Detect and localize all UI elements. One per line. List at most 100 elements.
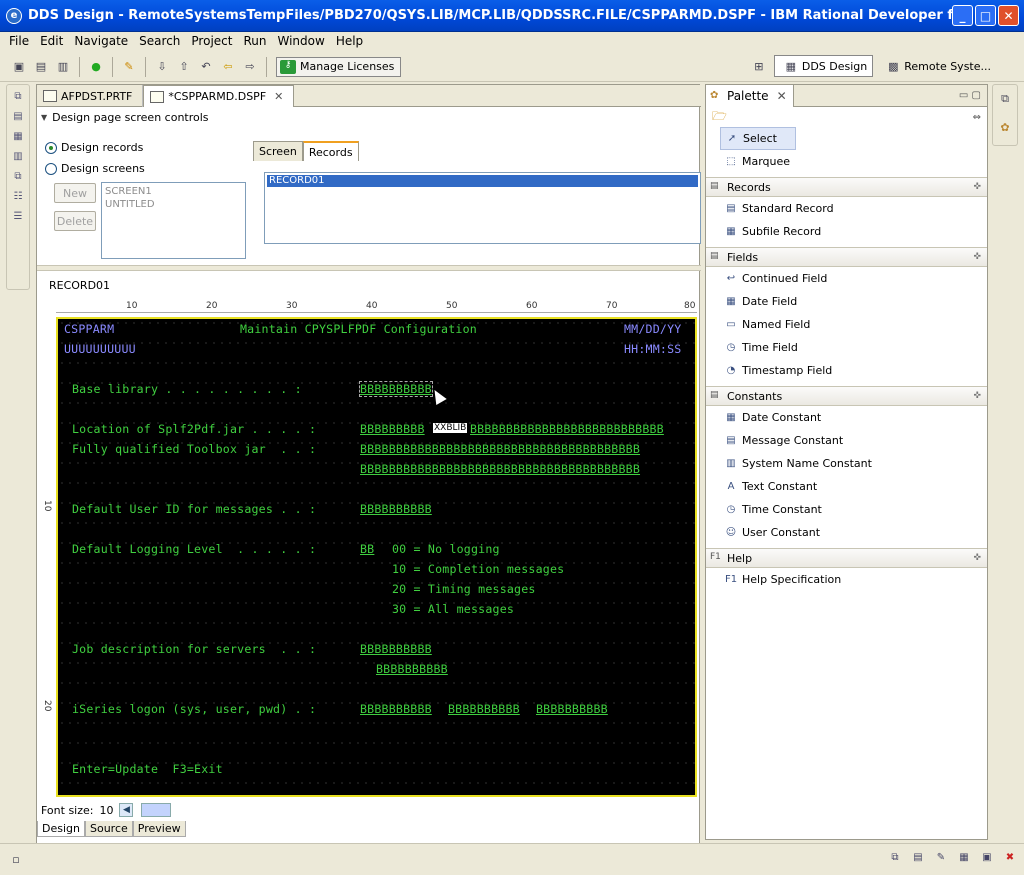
- error-list-icon[interactable]: ☰: [11, 211, 25, 225]
- close-palette-icon[interactable]: ✕: [777, 89, 787, 103]
- menu-project[interactable]: Project: [191, 34, 232, 48]
- job-description-library-field[interactable]: BBBBBBBBBB: [376, 662, 448, 676]
- program-name-constant[interactable]: CSPPARM: [64, 322, 114, 336]
- logging-level-label[interactable]: Default Logging Level . . . . . :: [72, 542, 316, 556]
- grid-view-icon[interactable]: ▦: [956, 852, 972, 868]
- jar-location-field-cont[interactable]: BBBBBBBBBBBBBBBBBBBBBBBBBBB: [470, 422, 664, 436]
- palette-icon[interactable]: ✿: [997, 119, 1013, 135]
- continued-field-item[interactable]: ↩ Continued Field: [706, 267, 987, 290]
- list-item[interactable]: RECORD01: [267, 175, 698, 187]
- tab-palette[interactable]: ✿ Palette ✕: [706, 84, 794, 107]
- last-edit-icon[interactable]: ↶: [198, 59, 214, 75]
- new-screen-button[interactable]: New: [54, 183, 96, 203]
- pin-icon[interactable]: ✜: [973, 252, 981, 262]
- table-view-icon[interactable]: ▤: [910, 852, 926, 868]
- palette-select-tool[interactable]: ➚ Select: [720, 127, 796, 150]
- design-records-radio[interactable]: Design records: [45, 141, 143, 154]
- menu-navigate[interactable]: Navigate: [74, 34, 128, 48]
- constants-drawer[interactable]: ▤ Constants ✜: [706, 386, 987, 406]
- menu-help[interactable]: Help: [336, 34, 363, 48]
- logon-password-field[interactable]: BBBBBBBBBB: [536, 702, 608, 716]
- iseries-logon-label[interactable]: iSeries logon (sys, user, pwd) . :: [72, 702, 316, 716]
- standard-record-item[interactable]: ▤ Standard Record: [706, 197, 987, 220]
- object-table-icon[interactable]: ▦: [11, 131, 25, 145]
- save-icon[interactable]: ▤: [33, 59, 49, 75]
- logging-level-field[interactable]: BB: [360, 542, 374, 556]
- prev-annotation-icon[interactable]: ⇧: [176, 59, 192, 75]
- time-field[interactable]: HH:MM:SS: [624, 342, 681, 356]
- monitor-view-icon[interactable]: ▣: [979, 852, 995, 868]
- jar-location-field[interactable]: BBBBBBBBB: [360, 422, 425, 436]
- date-field-item[interactable]: ▦ Date Field: [706, 290, 987, 313]
- palette-marquee-tool[interactable]: ⬚ Marquee: [706, 150, 987, 173]
- delete-screen-button[interactable]: Delete: [54, 211, 96, 231]
- tab-records[interactable]: Records: [302, 141, 359, 161]
- job-description-field[interactable]: BBBBBBBBBB: [360, 642, 432, 656]
- subfile-record-item[interactable]: ▦ Subfile Record: [706, 220, 987, 243]
- edit-view-icon[interactable]: ✎: [933, 852, 949, 868]
- minimize-button[interactable]: _: [952, 5, 973, 26]
- tab-preview[interactable]: Preview: [132, 821, 186, 837]
- run-icon[interactable]: ●: [88, 59, 104, 75]
- logon-system-field[interactable]: BBBBBBBBBB: [360, 702, 432, 716]
- maximize-button[interactable]: □: [975, 5, 996, 26]
- list-item[interactable]: UNTITLED: [105, 198, 242, 211]
- text-constant-item[interactable]: A Text Constant: [706, 475, 987, 498]
- perspective-dds-design[interactable]: ▦ DDS Design: [773, 55, 874, 77]
- screens-list[interactable]: SCREEN1 UNTITLED: [101, 182, 246, 259]
- named-field-item[interactable]: ▭ Named Field: [706, 313, 987, 336]
- pin-icon[interactable]: ✜: [973, 182, 981, 192]
- time-constant-item[interactable]: ◷ Time Constant: [706, 498, 987, 521]
- close-button[interactable]: ✕: [998, 5, 1019, 26]
- logging-option-10[interactable]: 10 = Completion messages: [392, 562, 564, 576]
- function-keys-constant[interactable]: Enter=Update F3=Exit: [72, 762, 223, 776]
- logging-option-20[interactable]: 20 = Timing messages: [392, 582, 536, 596]
- jar-location-label[interactable]: Location of Splf2Pdf.jar . . . . :: [72, 422, 316, 436]
- print-icon[interactable]: ▥: [55, 59, 71, 75]
- fields-drawer[interactable]: ▤ Fields ✜: [706, 247, 987, 267]
- commands-log-icon[interactable]: ▥: [11, 151, 25, 165]
- base-library-field[interactable]: BBBBBBBBBB: [359, 381, 433, 397]
- open-perspective-icon[interactable]: ⊞: [751, 58, 767, 74]
- logon-user-field[interactable]: BBBBBBBBBB: [448, 702, 520, 716]
- tab-cspparmd-dspf[interactable]: *CSPPARMD.DSPF ✕: [143, 85, 295, 107]
- logging-option-30[interactable]: 30 = All messages: [392, 602, 514, 616]
- menu-window[interactable]: Window: [277, 34, 324, 48]
- date-field[interactable]: MM/DD/YY: [624, 322, 681, 336]
- user-constant-item[interactable]: ☺ User Constant: [706, 521, 987, 544]
- records-list[interactable]: RECORD01: [264, 172, 701, 244]
- base-library-label[interactable]: Base library . . . . . . . . . :: [72, 382, 302, 396]
- new-icon[interactable]: ▣: [11, 59, 27, 75]
- system-name-constant-item[interactable]: ▥ System Name Constant: [706, 452, 987, 475]
- sash-divider[interactable]: [37, 265, 701, 271]
- timestamp-field-item[interactable]: ◔ Timestamp Field: [706, 359, 987, 382]
- menu-run[interactable]: Run: [243, 34, 266, 48]
- tab-screen[interactable]: Screen: [253, 141, 303, 161]
- fast-view-icon[interactable]: ▫: [8, 852, 24, 868]
- records-drawer[interactable]: ▤ Records ✜: [706, 177, 987, 197]
- forward-icon[interactable]: ⇨: [242, 59, 258, 75]
- pin-icon[interactable]: ✜: [973, 553, 981, 563]
- menu-search[interactable]: Search: [139, 34, 180, 48]
- screen-design-canvas[interactable]: CSPPARM Maintain CPYSPLFPDF Configuratio…: [56, 317, 697, 797]
- restore-icon[interactable]: ⧉: [997, 91, 1013, 107]
- user-id-label[interactable]: Default User ID for messages . . :: [72, 502, 316, 516]
- next-annotation-icon[interactable]: ⇩: [154, 59, 170, 75]
- collapse-triangle-icon[interactable]: ▼: [41, 113, 47, 122]
- outline-icon[interactable]: ⧉: [11, 171, 25, 185]
- help-drawer[interactable]: F1 Help ✜: [706, 548, 987, 568]
- collapse-palette-icon[interactable]: ⇔: [973, 112, 981, 123]
- date-constant-item[interactable]: ▦ Date Constant: [706, 406, 987, 429]
- help-specification-item[interactable]: F1 Help Specification: [706, 568, 987, 591]
- menu-file[interactable]: File: [9, 34, 29, 48]
- toolbox-jar-field[interactable]: BBBBBBBBBBBBBBBBBBBBBBBBBBBBBBBBBBBBBBB: [360, 442, 640, 456]
- job-description-label[interactable]: Job description for servers . . :: [72, 642, 316, 656]
- perspective-remote-systems[interactable]: ▩ Remote Syste...: [877, 55, 996, 77]
- list-item[interactable]: SCREEN1: [105, 185, 242, 198]
- font-size-decrease-icon[interactable]: ◀: [119, 803, 134, 817]
- properties-icon[interactable]: ☷: [11, 191, 25, 205]
- font-size-slider[interactable]: [141, 803, 172, 817]
- error-view-icon[interactable]: ✖: [1002, 852, 1018, 868]
- manage-licenses-button[interactable]: ⚷ Manage Licenses: [276, 56, 402, 77]
- toolbox-jar-label[interactable]: Fully qualified Toolbox jar . . :: [72, 442, 316, 456]
